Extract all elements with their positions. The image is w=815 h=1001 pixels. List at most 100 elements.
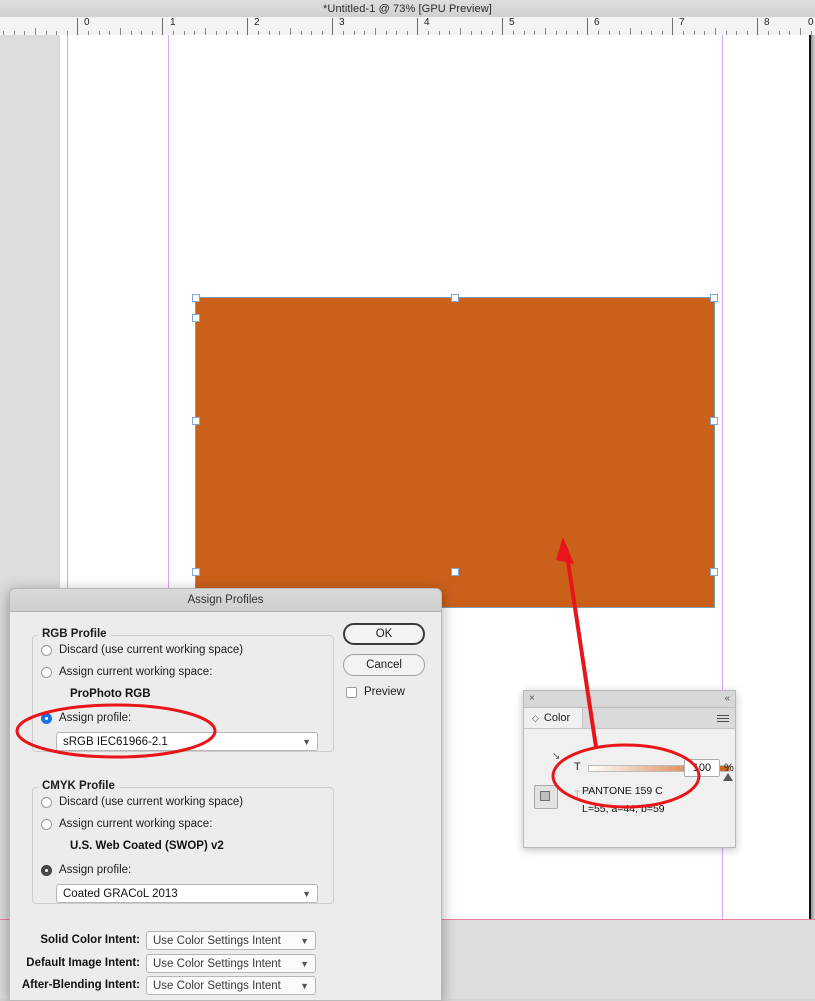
preview-checkbox-row[interactable]: Preview [346, 686, 405, 698]
rgb-option-discard-label: Discard (use current working space) [59, 644, 244, 656]
ruler-tick [630, 28, 631, 35]
ruler-tick [502, 18, 503, 35]
default-image-intent-select[interactable]: Use Color Settings Intent ▼ [146, 954, 316, 973]
ok-button[interactable]: OK [343, 623, 425, 645]
tab-color[interactable]: ◇ Color [524, 708, 584, 728]
close-icon[interactable]: × [529, 693, 535, 705]
solid-color-intent-label: Solid Color Intent: [40, 934, 140, 946]
cmyk-option-discard-label: Discard (use current working space) [59, 796, 244, 808]
ruler-tick [417, 18, 418, 35]
ruler-label: 1 [170, 17, 176, 28]
cancel-button[interactable]: Cancel [343, 654, 425, 676]
selected-rectangle[interactable] [195, 297, 715, 608]
selection-handle-bl[interactable] [192, 568, 200, 576]
color-panel-tabrow: ◇ Color [524, 708, 735, 729]
cmyk-option-working-space[interactable]: Assign current working space: [41, 818, 212, 830]
radio-icon[interactable] [41, 644, 52, 656]
ruler-tick [205, 28, 206, 35]
ruler-tick [757, 18, 758, 35]
ruler-tick [35, 28, 36, 35]
ruler-label: 5 [509, 17, 515, 28]
ruler-label: 6 [594, 17, 600, 28]
rgb-working-space-value: ProPhoto RGB [70, 688, 151, 700]
color-panel-titlebar: × « [524, 691, 735, 708]
ruler-tick [247, 18, 248, 35]
after-blending-intent-select[interactable]: Use Color Settings Intent ▼ [146, 976, 316, 995]
default-image-intent-value: Use Color Settings Intent [153, 957, 281, 970]
color-panel-body: ↘ T T 100 % PANTONE 159 C L=55, a=44, b=… [524, 729, 735, 848]
tint-value-input[interactable]: 100 [684, 759, 720, 777]
chevron-down-icon: ▼ [300, 958, 309, 969]
fill-swatch-button[interactable] [534, 785, 558, 809]
rgb-option-assign-profile-label: Assign profile: [59, 712, 132, 724]
ruler-tick [545, 28, 546, 35]
cmyk-option-working-space-label: Assign current working space: [59, 818, 213, 830]
default-image-intent-label: Default Image Intent: [26, 957, 140, 969]
tint-slider-thumb[interactable] [723, 773, 733, 781]
tab-color-label: Color [543, 712, 571, 724]
checkbox-icon[interactable] [346, 686, 357, 698]
ruler-tick [800, 28, 801, 35]
rgb-option-discard[interactable]: Discard (use current working space) [41, 644, 243, 656]
ruler-label: 7 [679, 17, 685, 28]
tint-label: T [574, 761, 581, 773]
radio-icon[interactable] [41, 712, 52, 724]
assign-profiles-dialog[interactable]: Assign Profiles RGB Profile Discard (use… [9, 588, 442, 1001]
swatch-name-label: PANTONE 159 C [582, 785, 663, 797]
ruler-tick [332, 18, 333, 35]
ok-button-label: OK [375, 628, 393, 640]
ruler-label: 4 [424, 17, 430, 28]
rgb-profile-select-value: sRGB IEC61966-2.1 [63, 735, 168, 748]
cmyk-option-assign-profile[interactable]: Assign profile: [41, 864, 131, 876]
rgb-option-working-space-label: Assign current working space: [59, 666, 213, 678]
ruler-tick [375, 28, 376, 35]
ruler-label: 0 [808, 17, 814, 28]
selection-handle-tm[interactable] [451, 294, 459, 302]
ruler-label: 8 [764, 17, 770, 28]
cmyk-option-assign-profile-label: Assign profile: [59, 864, 132, 876]
rgb-option-assign-profile[interactable]: Assign profile: [41, 712, 131, 724]
ruler-tick [162, 18, 163, 35]
radio-icon[interactable] [41, 864, 52, 876]
solid-color-intent-select[interactable]: Use Color Settings Intent ▼ [146, 931, 316, 950]
rgb-option-working-space[interactable]: Assign current working space: [41, 666, 212, 678]
corner-marker-icon: ↘ [552, 751, 561, 762]
collapse-icon[interactable]: « [724, 692, 730, 705]
after-blending-intent-value: Use Color Settings Intent [153, 979, 281, 992]
ruler-tick [120, 28, 121, 35]
diamond-icon: ◇ [532, 712, 539, 723]
ruler-tick [77, 18, 78, 35]
ruler-tick [290, 28, 291, 35]
selection-handle-br[interactable] [710, 568, 718, 576]
chevron-down-icon: ▼ [300, 980, 309, 991]
preview-label: Preview [364, 686, 405, 698]
ruler-label: 2 [254, 17, 260, 28]
rgb-profile-select[interactable]: sRGB IEC61966-2.1 ▼ [56, 732, 318, 751]
radio-icon[interactable] [41, 666, 52, 678]
cmyk-profile-legend: CMYK Profile [38, 780, 119, 792]
cmyk-working-space-value: U.S. Web Coated (SWOP) v2 [70, 840, 224, 852]
panel-menu-icon[interactable] [717, 713, 729, 724]
chevron-down-icon: ▼ [302, 736, 311, 747]
selection-handle-mr[interactable] [710, 417, 718, 425]
color-ramp[interactable] [532, 847, 727, 848]
tint-label-secondary: T [574, 789, 581, 801]
ruler-label: 3 [339, 17, 345, 28]
ruler-tick [460, 28, 461, 35]
color-panel[interactable]: × « ◇ Color ↘ T T 100 % PANTONE 159 C L=… [523, 690, 736, 848]
selection-handle-bm[interactable] [451, 568, 459, 576]
selection-handle-tr[interactable] [710, 294, 718, 302]
radio-icon[interactable] [41, 818, 52, 830]
radio-icon[interactable] [41, 796, 52, 808]
dialog-title: Assign Profiles [10, 589, 441, 612]
solid-color-intent-value: Use Color Settings Intent [153, 934, 281, 947]
after-blending-intent-label: After-Blending Intent: [21, 979, 140, 991]
selection-handle-ml[interactable] [192, 417, 200, 425]
selection-handle-tl[interactable] [192, 294, 200, 302]
ruler-tick [587, 18, 588, 35]
horizontal-ruler[interactable]: 0 1 2 3 4 5 6 7 8 0 [0, 17, 815, 36]
selection-handle-anchor-tl[interactable] [192, 314, 200, 322]
cmyk-profile-select[interactable]: Coated GRACoL 2013 ▼ [56, 884, 318, 903]
cmyk-option-discard[interactable]: Discard (use current working space) [41, 796, 243, 808]
window-title-bar: *Untitled-1 @ 73% [GPU Preview] [0, 0, 815, 18]
